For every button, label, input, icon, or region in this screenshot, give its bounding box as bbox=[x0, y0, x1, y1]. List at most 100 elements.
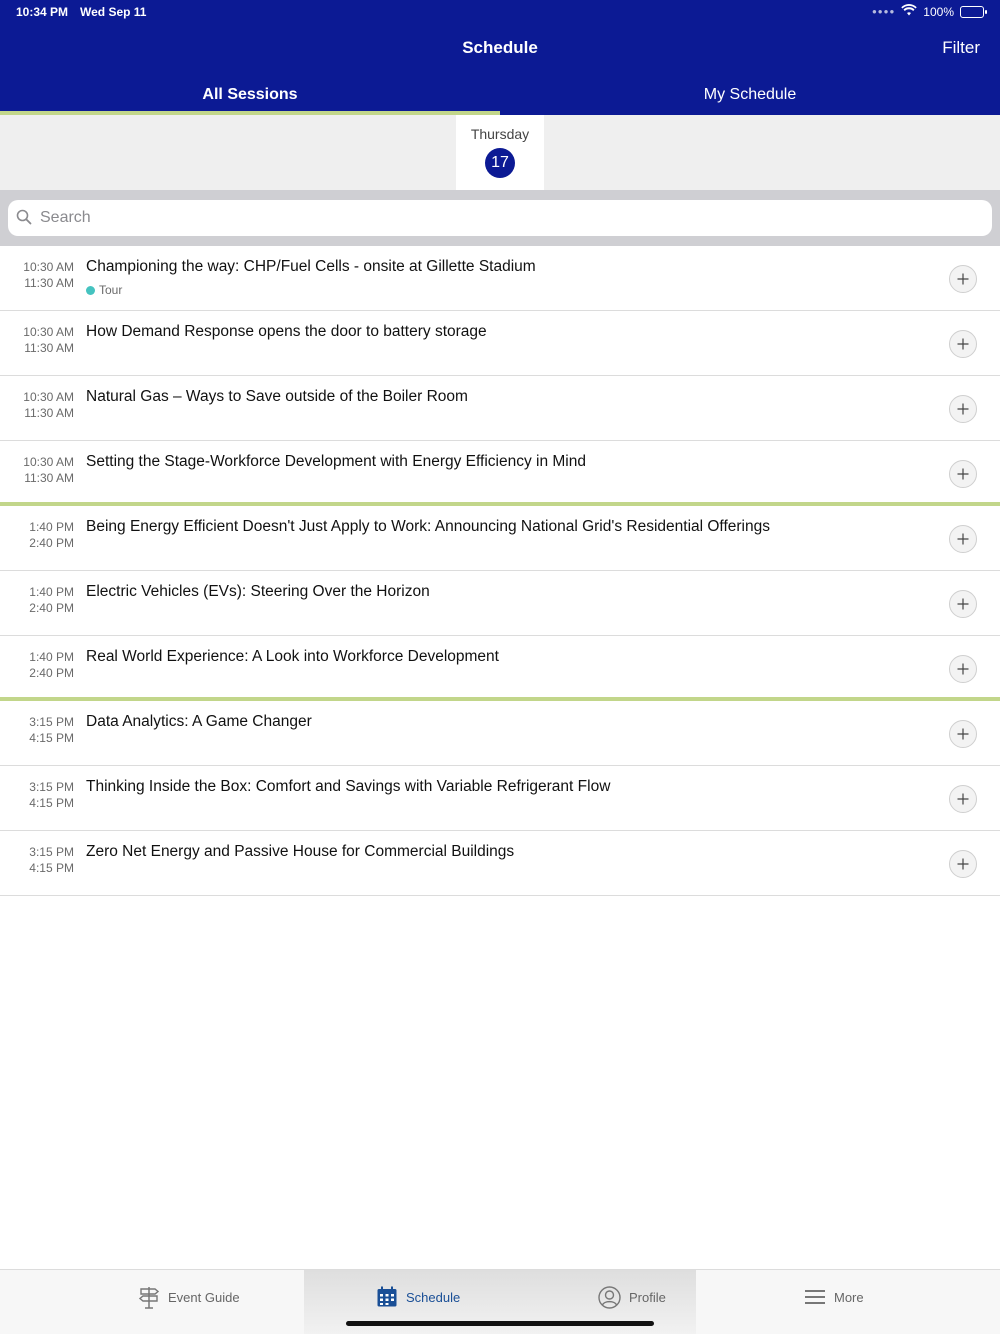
session-title: Electric Vehicles (EVs): Steering Over t… bbox=[86, 583, 430, 600]
add-to-schedule-button[interactable] bbox=[949, 655, 977, 683]
plus-icon bbox=[957, 468, 969, 480]
session-end: 11:30 AM bbox=[24, 276, 74, 290]
wifi-icon bbox=[901, 4, 917, 19]
session-start: 3:15 PM bbox=[29, 845, 74, 859]
session-times: 1:40 PM 2:40 PM bbox=[29, 519, 74, 551]
session-title: Championing the way: CHP/Fuel Cells - on… bbox=[86, 258, 536, 275]
session-title: Thinking Inside the Box: Comfort and Sav… bbox=[86, 778, 611, 795]
session-row[interactable]: 3:15 PM 4:15 PM Zero Net Energy and Passi… bbox=[0, 831, 1000, 896]
plus-icon bbox=[957, 728, 969, 740]
search-input[interactable] bbox=[40, 209, 940, 227]
status-time: 10:34 PM bbox=[16, 5, 69, 19]
status-bar: 10:34 PM Wed Sep 11 ●●●● 100% bbox=[0, 0, 1000, 24]
add-to-schedule-button[interactable] bbox=[949, 265, 977, 293]
filter-button[interactable]: Filter bbox=[942, 38, 980, 58]
date-strip: Thursday 17 bbox=[0, 115, 1000, 190]
session-end: 4:15 PM bbox=[29, 796, 74, 810]
session-row[interactable]: 3:15 PM 4:15 PM Data Analytics: A Game Ch… bbox=[0, 701, 1000, 766]
date-day-number: 17 bbox=[485, 148, 515, 178]
page-title: Schedule bbox=[462, 38, 538, 57]
plus-icon bbox=[957, 403, 969, 415]
session-times: 3:15 PM 4:15 PM bbox=[29, 714, 74, 746]
tabbar-label: Schedule bbox=[406, 1289, 461, 1305]
session-start: 3:15 PM bbox=[29, 780, 74, 794]
tabbar-item-more[interactable]: More bbox=[804, 1284, 864, 1310]
plus-icon bbox=[957, 793, 969, 805]
tab-all-sessions[interactable]: All Sessions bbox=[0, 76, 500, 115]
tabbar-label: Event Guide bbox=[168, 1289, 240, 1305]
add-to-schedule-button[interactable] bbox=[949, 525, 977, 553]
add-to-schedule-button[interactable] bbox=[949, 395, 977, 423]
track-dot-icon bbox=[86, 285, 95, 295]
tabbar-item-profile[interactable]: Profile bbox=[598, 1284, 666, 1310]
signpost-icon bbox=[138, 1287, 160, 1309]
tabbar-item-schedule[interactable]: Schedule bbox=[376, 1284, 460, 1310]
plus-icon bbox=[957, 663, 969, 675]
cellular-signal-icon: ●●●● bbox=[871, 7, 896, 16]
session-times: 1:40 PM 2:40 PM bbox=[29, 649, 74, 681]
session-row[interactable]: 10:30 AM 11:30 AM Natural Gas – Ways to S… bbox=[0, 376, 1000, 441]
session-start: 10:30 AM bbox=[23, 455, 74, 469]
battery-percent: 100% bbox=[923, 4, 954, 19]
add-to-schedule-button[interactable] bbox=[949, 590, 977, 618]
session-start: 1:40 PM bbox=[29, 585, 74, 599]
session-times: 10:30 AM 11:30 AM bbox=[23, 259, 74, 291]
status-indicators: ●●●● 100% bbox=[871, 4, 987, 19]
session-row[interactable]: 1:40 PM 2:40 PM Real World Experience: A … bbox=[0, 636, 1000, 701]
session-times: 10:30 AM 11:30 AM bbox=[23, 324, 74, 356]
session-times: 10:30 AM 11:30 AM bbox=[23, 454, 74, 486]
tabbar-item-event-guide[interactable]: Event Guide bbox=[138, 1284, 240, 1310]
session-start: 10:30 AM bbox=[23, 390, 74, 404]
add-to-schedule-button[interactable] bbox=[949, 785, 977, 813]
session-row[interactable]: 1:40 PM 2:40 PM Electric Vehicles (EVs): … bbox=[0, 571, 1000, 636]
add-to-schedule-button[interactable] bbox=[949, 850, 977, 878]
status-date: Wed Sep 11 bbox=[80, 5, 147, 19]
session-title: Real World Experience: A Look into Workf… bbox=[86, 648, 499, 665]
profile-icon bbox=[598, 1285, 621, 1309]
session-title: Data Analytics: A Game Changer bbox=[86, 713, 312, 730]
session-list: 10:30 AM 11:30 AM Championing the way: CH… bbox=[0, 246, 1000, 896]
track-label: Tour bbox=[99, 283, 123, 297]
session-row[interactable]: 3:15 PM 4:15 PM Thinking Inside the Box: … bbox=[0, 766, 1000, 831]
add-to-schedule-button[interactable] bbox=[949, 460, 977, 488]
home-indicator bbox=[346, 1321, 654, 1326]
session-end: 11:30 AM bbox=[24, 406, 74, 420]
search-field[interactable] bbox=[8, 200, 992, 236]
session-end: 4:15 PM bbox=[29, 731, 74, 745]
session-start: 10:30 AM bbox=[23, 325, 74, 339]
session-row[interactable]: 1:40 PM 2:40 PM Being Energy Efficient Do… bbox=[0, 506, 1000, 571]
tab-my-schedule[interactable]: My Schedule bbox=[500, 76, 1000, 115]
session-times: 3:15 PM 4:15 PM bbox=[29, 844, 74, 876]
session-start: 1:40 PM bbox=[29, 650, 74, 664]
session-title: Setting the Stage-Workforce Development … bbox=[86, 453, 586, 470]
session-times: 3:15 PM 4:15 PM bbox=[29, 779, 74, 811]
session-track: Tour bbox=[86, 283, 122, 297]
add-to-schedule-button[interactable] bbox=[949, 330, 977, 358]
session-title: Natural Gas – Ways to Save outside of th… bbox=[86, 388, 468, 405]
session-end: 2:40 PM bbox=[29, 536, 74, 550]
session-row[interactable]: 10:30 AM 11:30 AM Championing the way: CH… bbox=[0, 246, 1000, 311]
session-end: 2:40 PM bbox=[29, 601, 74, 615]
plus-icon bbox=[957, 858, 969, 870]
date-selector-day[interactable]: Thursday 17 bbox=[456, 115, 544, 190]
session-end: 11:30 AM bbox=[24, 471, 74, 485]
plus-icon bbox=[957, 598, 969, 610]
session-title: How Demand Response opens the door to ba… bbox=[86, 323, 487, 340]
session-row[interactable]: 10:30 AM 11:30 AM How Demand Response ope… bbox=[0, 311, 1000, 376]
search-bar bbox=[0, 190, 1000, 246]
app-header: 10:34 PM Wed Sep 11 ●●●● 100% Schedule F… bbox=[0, 0, 1000, 115]
session-start: 1:40 PM bbox=[29, 520, 74, 534]
session-title: Zero Net Energy and Passive House for Co… bbox=[86, 843, 515, 860]
session-start: 10:30 AM bbox=[23, 260, 74, 274]
session-tabs: All Sessions My Schedule bbox=[0, 76, 1000, 115]
calendar-icon bbox=[377, 1286, 397, 1307]
session-title: Being Energy Efficient Doesn't Just Appl… bbox=[86, 518, 770, 535]
session-end: 4:15 PM bbox=[29, 861, 74, 875]
session-times: 10:30 AM 11:30 AM bbox=[23, 389, 74, 421]
plus-icon bbox=[957, 338, 969, 350]
add-to-schedule-button[interactable] bbox=[949, 720, 977, 748]
plus-icon bbox=[957, 273, 969, 285]
session-times: 1:40 PM 2:40 PM bbox=[29, 584, 74, 616]
search-icon bbox=[16, 209, 34, 227]
session-row[interactable]: 10:30 AM 11:30 AM Setting the Stage-Workf… bbox=[0, 441, 1000, 506]
